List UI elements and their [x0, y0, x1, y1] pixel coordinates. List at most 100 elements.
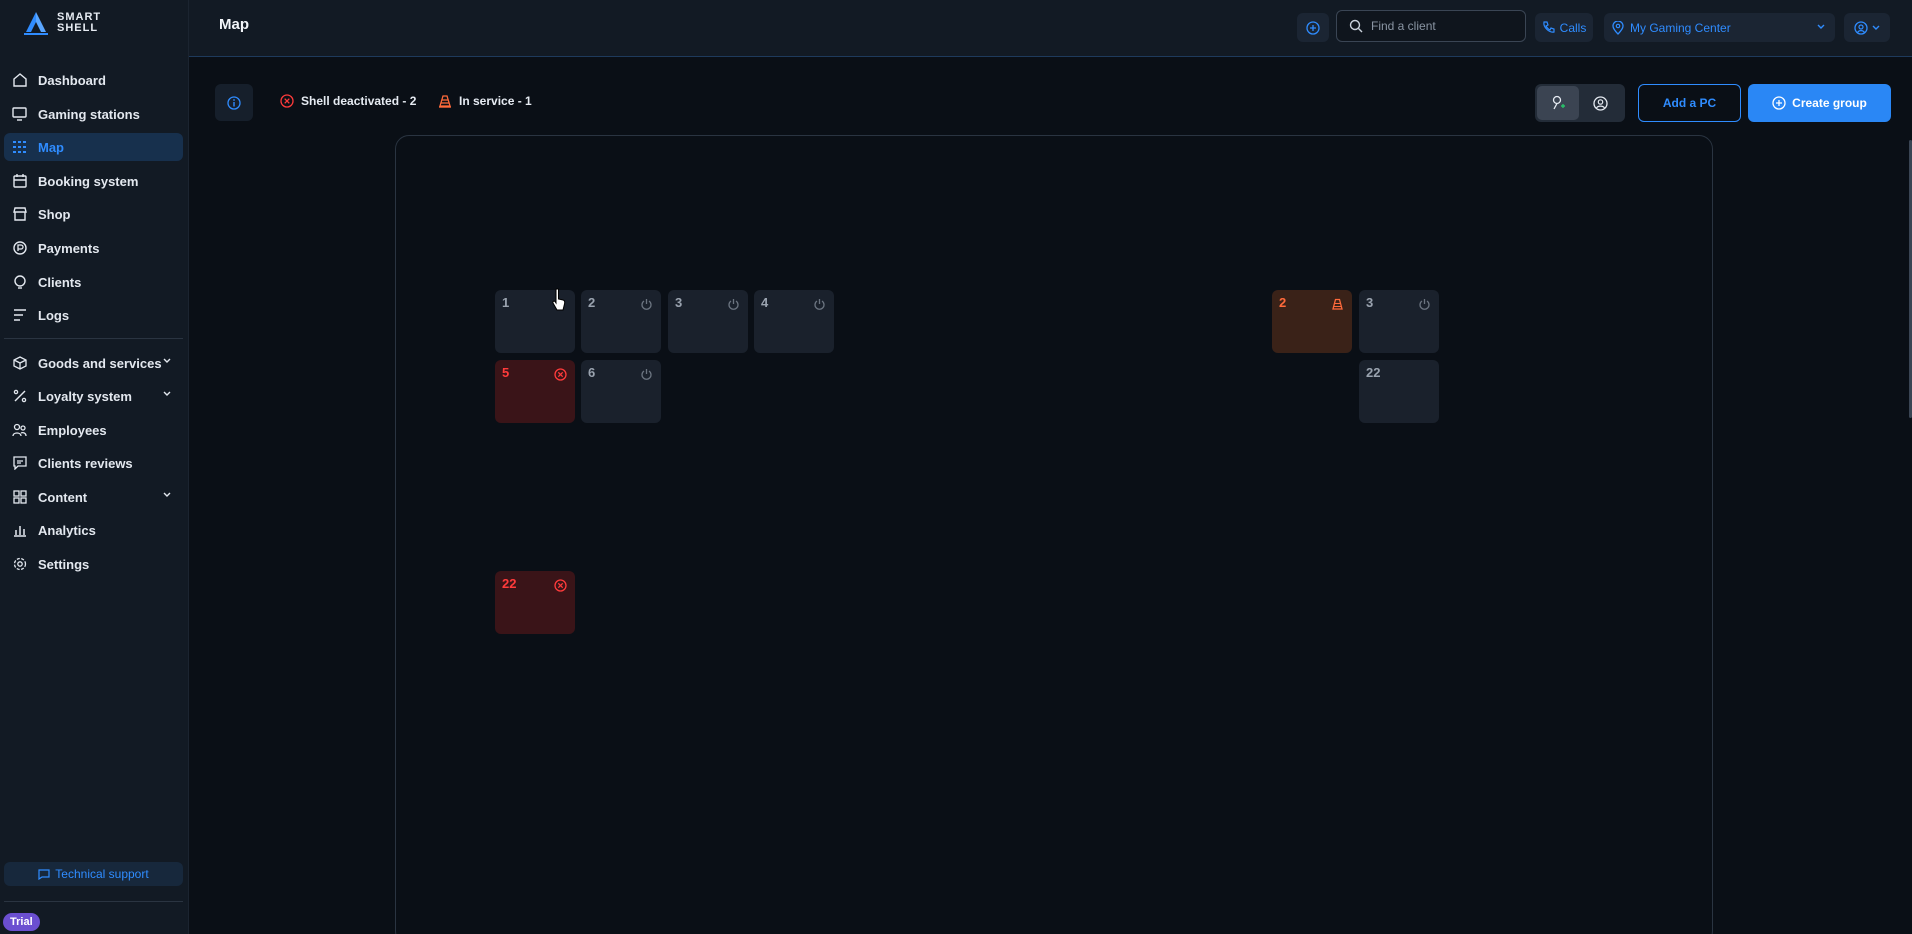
- technical-support-label: Technical support: [55, 867, 149, 881]
- pc-tile[interactable]: 22: [1359, 360, 1439, 423]
- sidebar-item-analytics[interactable]: Analytics: [4, 516, 183, 544]
- logo[interactable]: SMART SHELL: [22, 10, 101, 36]
- map-mode-toggle: [1535, 84, 1625, 122]
- chevron-down-icon: [163, 492, 171, 497]
- sidebar-divider: [4, 338, 183, 339]
- sidebar-item-employees[interactable]: Employees: [4, 416, 183, 444]
- sidebar-item-label: Shop: [38, 206, 71, 222]
- page-title: Map: [219, 16, 249, 33]
- sidebar-item-label: Employees: [38, 422, 107, 438]
- pc-tile[interactable]: 22: [495, 571, 575, 634]
- pc-tile[interactable]: 2: [1272, 290, 1352, 353]
- traffic-cone-icon: [1331, 298, 1344, 311]
- pc-number: 2: [588, 295, 596, 310]
- plus-circle-icon: [1306, 20, 1320, 35]
- sidebar-item-map[interactable]: Map: [4, 133, 183, 161]
- pc-tile[interactable]: 2: [581, 290, 661, 353]
- legend-service-label: In service - 1: [459, 94, 532, 108]
- add-button[interactable]: [1297, 13, 1329, 42]
- pc-tile[interactable]: 3: [668, 290, 748, 353]
- create-group-label: Create group: [1792, 96, 1867, 110]
- chat-icon: [38, 868, 50, 880]
- pc-tile[interactable]: 3: [1359, 290, 1439, 353]
- sidebar-item-booking-system[interactable]: Booking system: [4, 167, 183, 195]
- logs-icon: [12, 308, 27, 323]
- payment-icon: [12, 241, 27, 256]
- sidebar-item-label: Payments: [38, 240, 100, 256]
- gear-icon: [12, 557, 27, 572]
- calls-label: Calls: [1559, 20, 1587, 35]
- percent-icon: [12, 389, 27, 404]
- pc-number: 3: [1366, 295, 1374, 310]
- sidebar-item-goods-and-services[interactable]: Goods and services: [4, 349, 183, 377]
- gaming-center-select[interactable]: My Gaming Center: [1604, 13, 1835, 42]
- sidebar-item-dashboard[interactable]: Dashboard: [4, 66, 183, 94]
- location-pin-icon: [1612, 20, 1624, 35]
- pc-number: 1: [502, 295, 510, 310]
- info-icon: [227, 95, 241, 110]
- sidebar-item-label: Analytics: [38, 522, 96, 538]
- home-icon: [12, 73, 27, 88]
- sidebar-item-content[interactable]: Content: [4, 483, 183, 511]
- legend-shell-deactivated: Shell deactivated - 2: [280, 94, 416, 108]
- sidebar-item-label: Content: [38, 489, 88, 505]
- sidebar-item-label: Settings: [38, 556, 90, 572]
- sidebar: SMART SHELL Dashboard Gaming stations Ma…: [0, 0, 189, 934]
- sidebar-item-loyalty-system[interactable]: Loyalty system: [4, 382, 183, 410]
- gaming-center-name: My Gaming Center: [1630, 20, 1731, 35]
- trial-badge: Trial: [3, 913, 40, 931]
- sidebar-item-label: Clients reviews: [38, 455, 133, 471]
- pc-number: 22: [1366, 365, 1381, 380]
- sidebar-divider: [4, 901, 183, 902]
- sidebar-item-gaming-stations[interactable]: Gaming stations: [4, 100, 183, 128]
- create-group-button[interactable]: Create group: [1748, 84, 1891, 122]
- deactivated-icon: [280, 94, 294, 108]
- search-icon: [1349, 19, 1363, 33]
- info-button[interactable]: [215, 84, 253, 121]
- add-pc-button[interactable]: Add a PC: [1638, 84, 1741, 122]
- store-icon: [12, 207, 27, 222]
- profile-menu-button[interactable]: [1844, 13, 1890, 42]
- sidebar-item-clients-reviews[interactable]: Clients reviews: [4, 449, 183, 477]
- calls-button[interactable]: Calls: [1535, 13, 1593, 42]
- deactivated-icon: [554, 579, 567, 592]
- map-grid-icon: [12, 140, 27, 155]
- power-icon: [1418, 298, 1431, 311]
- box-icon: [12, 356, 27, 371]
- sidebar-item-shop[interactable]: Shop: [4, 200, 183, 228]
- power-icon: [813, 298, 826, 311]
- pc-tile[interactable]: 5: [495, 360, 575, 423]
- sidebar-item-label: Clients: [38, 274, 82, 290]
- sidebar-item-label: Map: [38, 139, 64, 155]
- user-circle-icon: [1592, 95, 1608, 111]
- plus-circle-icon: [1772, 96, 1786, 110]
- edit-placement-mode-button[interactable]: [1537, 86, 1579, 120]
- sidebar-item-label: Dashboard: [38, 72, 106, 88]
- technical-support-button[interactable]: Technical support: [4, 862, 183, 886]
- sidebar-item-label: Logs: [38, 307, 70, 323]
- search-input[interactable]: [1371, 19, 1521, 33]
- pc-tile[interactable]: 6: [581, 360, 661, 423]
- calendar-icon: [12, 174, 27, 189]
- chevron-down-icon: [163, 391, 171, 396]
- grid-icon: [12, 490, 27, 505]
- map-canvas[interactable]: [395, 135, 1713, 934]
- sidebar-item-clients[interactable]: Clients: [4, 268, 183, 296]
- client-view-mode-button[interactable]: [1579, 86, 1621, 120]
- employees-icon: [12, 423, 27, 438]
- sidebar-item-payments[interactable]: Payments: [4, 234, 183, 262]
- sidebar-item-label: Gaming stations: [38, 106, 140, 122]
- analytics-icon: [12, 523, 27, 538]
- pc-tile[interactable]: 4: [754, 290, 834, 353]
- sidebar-item-label: Goods and services: [38, 355, 162, 371]
- phone-icon: [1542, 21, 1555, 33]
- search-field[interactable]: [1336, 10, 1526, 42]
- chevron-down-icon: [163, 358, 171, 363]
- sidebar-item-logs[interactable]: Logs: [4, 301, 183, 329]
- sidebar-item-label: Loyalty system: [38, 388, 132, 404]
- monitor-icon: [12, 107, 27, 122]
- top-bar: Map Calls My Gaming Center: [189, 0, 1912, 57]
- chevron-down-icon: [1872, 25, 1880, 30]
- traffic-cone-icon: [439, 95, 451, 108]
- sidebar-item-settings[interactable]: Settings: [4, 550, 183, 578]
